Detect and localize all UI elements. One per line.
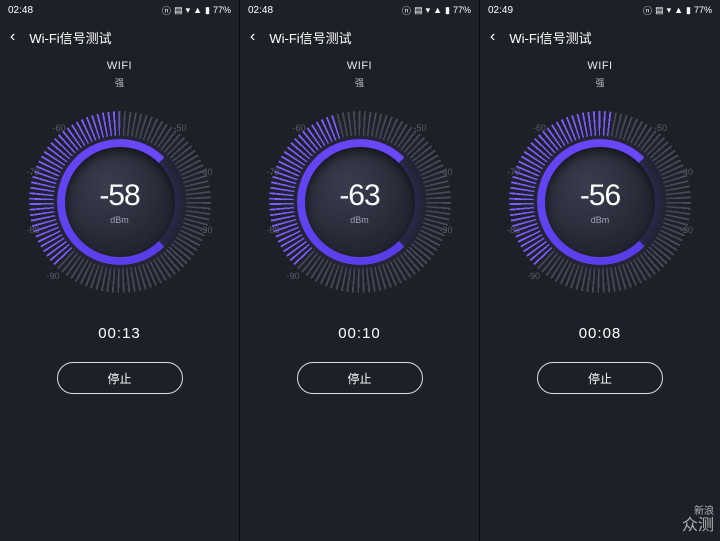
gauge-disk: -58 dBm [65,147,175,257]
app-header: ‹ Wi-Fi信号测试 [0,20,239,54]
watermark: 新浪 众测 [682,506,714,535]
watermark-line2: 众测 [682,517,714,535]
strength-label: 强 [355,76,364,89]
tick-label: -60 [53,123,66,133]
tick-label: -70 [507,167,520,177]
tick-label: -90 [287,271,300,281]
battery-percent: 77% [453,5,471,15]
clock: 02:48 [8,5,33,16]
tick-label: -40 [199,167,212,177]
page-title: Wi-Fi信号测试 [29,28,111,47]
strength-label: 强 [595,76,604,89]
back-icon[interactable]: ‹ [10,29,15,45]
tick-label: -60 [293,123,306,133]
screen-3: 02:49 ⓝ ▤ ▾ ▲ ▮ 77% ‹ Wi-Fi信号测试 WIFI 强 -… [480,0,720,541]
signal-icon: ▲ [193,5,202,15]
stop-button[interactable]: 停止 [297,362,423,394]
back-icon[interactable]: ‹ [490,29,495,45]
tick-label: -90 [47,271,60,281]
page-title: Wi-Fi信号测试 [269,28,351,47]
gauge-unit: dBm [591,215,610,225]
screen-1: 02:48 ⓝ ▤ ▾ ▲ ▮ 77% ‹ Wi-Fi信号测试 WIFI 强 -… [0,0,240,541]
ssid-label: WIFI [347,60,372,72]
tick-label: -50 [173,123,186,133]
stop-button-label: 停止 [588,370,612,387]
signal-icon: ▲ [674,5,683,15]
tick-label: -30 [439,225,452,235]
elapsed-timer: 00:13 [98,325,141,342]
screen-triptych: 02:48 ⓝ ▤ ▾ ▲ ▮ 77% ‹ Wi-Fi信号测试 WIFI 强 -… [0,0,720,541]
elapsed-timer: 00:10 [338,325,381,342]
wifi-icon: ▾ [667,5,672,16]
app-header: ‹ Wi-Fi信号测试 [240,20,479,54]
battery-percent: 77% [694,5,712,15]
tick-label: -80 [27,225,40,235]
nfc-icon: ⓝ [162,4,171,17]
tick-label: -50 [654,123,667,133]
signal-icon: ▲ [433,5,442,15]
status-icons: ⓝ ▤ ▾ ▲ ▮ 77% [643,4,712,17]
tick-label: -40 [680,167,693,177]
battery-percent: 77% [213,5,231,15]
nfc-icon: ⓝ [643,4,652,17]
page-title: Wi-Fi信号测试 [509,28,591,47]
nfc-icon: ⓝ [402,4,411,17]
stop-button-label: 停止 [347,370,371,387]
vibrate-icon: ▤ [655,5,664,16]
status-bar: 02:48 ⓝ ▤ ▾ ▲ ▮ 77% [240,0,479,20]
tick-label: -70 [27,167,40,177]
stop-button[interactable]: 停止 [537,362,663,394]
gauge-value: -58 [99,179,139,213]
vibrate-icon: ▤ [174,5,183,16]
stop-button-label: 停止 [107,370,131,387]
tick-label: -50 [413,123,426,133]
gauge-unit: dBm [110,215,129,225]
wifi-icon: ▾ [186,5,191,16]
back-icon[interactable]: ‹ [250,29,255,45]
strength-label: 强 [115,76,124,89]
clock: 02:49 [488,5,513,16]
vibrate-icon: ▤ [414,5,423,16]
tick-label: -40 [439,167,452,177]
ssid-label: WIFI [587,60,612,72]
screen-2: 02:48 ⓝ ▤ ▾ ▲ ▮ 77% ‹ Wi-Fi信号测试 WIFI 强 -… [240,0,480,541]
status-icons: ⓝ ▤ ▾ ▲ ▮ 77% [162,4,231,17]
battery-icon: ▮ [686,5,691,16]
gauge-value: -63 [339,179,379,213]
battery-icon: ▮ [445,5,450,16]
tick-label: -30 [680,225,693,235]
tick-label: -80 [507,225,520,235]
stop-button[interactable]: 停止 [57,362,183,394]
ssid-label: WIFI [107,60,132,72]
tick-label: -70 [267,167,280,177]
status-bar: 02:49 ⓝ ▤ ▾ ▲ ▮ 77% [480,0,720,20]
clock: 02:48 [248,5,273,16]
gauge-disk: -63 dBm [305,147,415,257]
signal-gauge: -63 dBm -90 -80 -70 -60 -50 -40 -30 [265,107,455,297]
battery-icon: ▮ [205,5,210,16]
status-bar: 02:48 ⓝ ▤ ▾ ▲ ▮ 77% [0,0,239,20]
tick-label: -60 [533,123,546,133]
tick-label: -30 [199,225,212,235]
watermark-line1: 新浪 [682,506,714,517]
signal-gauge: -58 dBm -90 -80 -70 -60 -50 -40 -30 [25,107,215,297]
gauge-value: -56 [580,179,620,213]
wifi-icon: ▾ [426,5,431,16]
elapsed-timer: 00:08 [579,325,622,342]
tick-label: -90 [527,271,540,281]
app-header: ‹ Wi-Fi信号测试 [480,20,720,54]
gauge-unit: dBm [350,215,369,225]
signal-gauge: -56 dBm -90 -80 -70 -60 -50 -40 -30 [505,107,695,297]
status-icons: ⓝ ▤ ▾ ▲ ▮ 77% [402,4,471,17]
tick-label: -80 [267,225,280,235]
gauge-disk: -56 dBm [545,147,655,257]
